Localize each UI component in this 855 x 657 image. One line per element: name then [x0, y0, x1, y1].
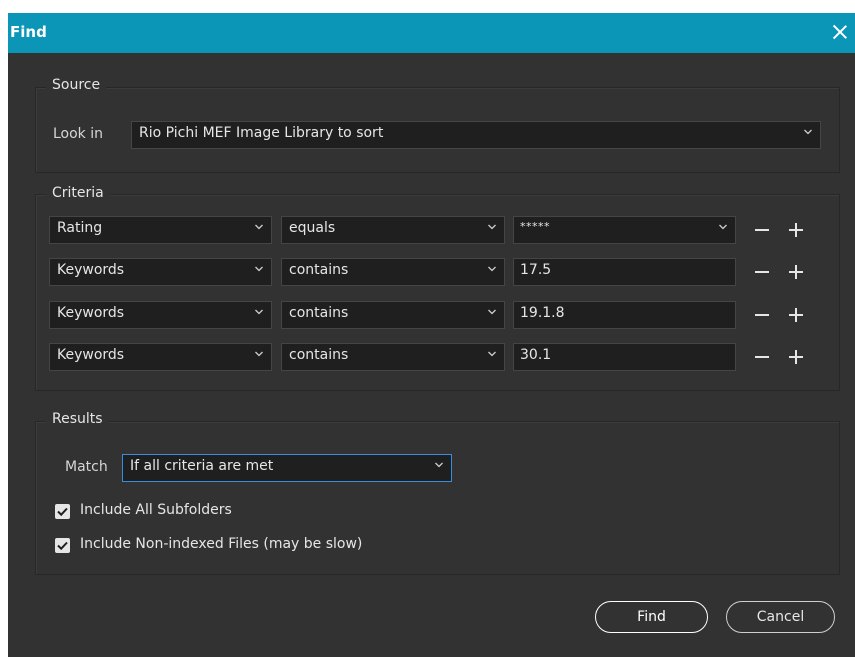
look-in-value: Rio Pichi MEF Image Library to sort [139, 125, 384, 141]
include-non-indexed-checkbox[interactable] [55, 538, 70, 553]
minus-icon[interactable] [752, 262, 772, 282]
cancel-button[interactable]: Cancel [726, 601, 835, 633]
criteria-field-value: Keywords [57, 305, 125, 321]
criteria-field-value: Keywords [57, 262, 125, 278]
chevron-down-icon [255, 309, 263, 316]
include-subfolders-label[interactable]: Include All Subfolders [80, 502, 232, 518]
chevron-down-icon [255, 224, 263, 231]
minus-icon[interactable] [752, 305, 772, 325]
criteria-operator-dropdown[interactable]: contains [281, 258, 505, 286]
chevron-down-icon [255, 266, 263, 273]
criteria-operator-dropdown[interactable]: equals [281, 216, 505, 244]
find-dialog: Find Source Look in Rio Pichi MEF Image … [8, 13, 855, 657]
source-group-label: Source [46, 77, 107, 93]
criteria-operator-dropdown[interactable]: contains [281, 343, 505, 371]
criteria-field-dropdown[interactable]: Keywords [49, 301, 272, 329]
dialog-title: Find [10, 23, 47, 41]
chevron-down-icon [719, 224, 727, 231]
criteria-field-dropdown[interactable]: Keywords [49, 343, 272, 371]
match-value: If all criteria are met [130, 458, 274, 474]
chevron-down-icon [488, 266, 496, 273]
criteria-operator-value: contains [289, 305, 349, 321]
match-label: Match [65, 459, 108, 475]
criteria-operator-value: contains [289, 347, 349, 363]
include-subfolders-checkbox[interactable] [55, 504, 70, 519]
criteria-field-dropdown[interactable]: Keywords [49, 258, 272, 286]
criteria-group-label: Criteria [46, 185, 110, 201]
criteria-value: ***** [520, 220, 550, 233]
minus-icon[interactable] [752, 220, 772, 240]
plus-icon[interactable] [786, 347, 806, 367]
look-in-dropdown[interactable]: Rio Pichi MEF Image Library to sort [131, 121, 821, 149]
close-icon[interactable] [828, 20, 852, 44]
match-dropdown[interactable]: If all criteria are met [122, 454, 452, 482]
chevron-down-icon [488, 309, 496, 316]
plus-icon[interactable] [786, 305, 806, 325]
chevron-down-icon [435, 462, 443, 469]
checkmark-icon [57, 507, 68, 517]
results-group-label: Results [46, 411, 109, 427]
criteria-operator-value: equals [289, 220, 336, 236]
criteria-operator-value: contains [289, 262, 349, 278]
chevron-down-icon [255, 351, 263, 358]
checkmark-icon [57, 541, 68, 551]
criteria-field-value: Rating [57, 220, 103, 236]
criteria-value-input[interactable]: 17.5 [513, 258, 736, 286]
criteria-value-input[interactable]: 19.1.8 [513, 301, 736, 329]
criteria-field-value: Keywords [57, 347, 125, 363]
criteria-value-input[interactable]: 30.1 [513, 343, 736, 371]
chevron-down-icon [804, 129, 812, 136]
chevron-down-icon [488, 224, 496, 231]
include-non-indexed-label[interactable]: Include Non-indexed Files (may be slow) [80, 536, 362, 552]
plus-icon[interactable] [786, 262, 806, 282]
plus-icon[interactable] [786, 220, 806, 240]
criteria-operator-dropdown[interactable]: contains [281, 301, 505, 329]
criteria-field-dropdown[interactable]: Rating [49, 216, 272, 244]
look-in-label: Look in [53, 126, 104, 142]
find-button[interactable]: Find [595, 601, 708, 633]
minus-icon[interactable] [752, 347, 772, 367]
title-bar[interactable]: Find [8, 13, 855, 53]
criteria-value-dropdown[interactable]: ***** [513, 216, 736, 244]
chevron-down-icon [488, 351, 496, 358]
